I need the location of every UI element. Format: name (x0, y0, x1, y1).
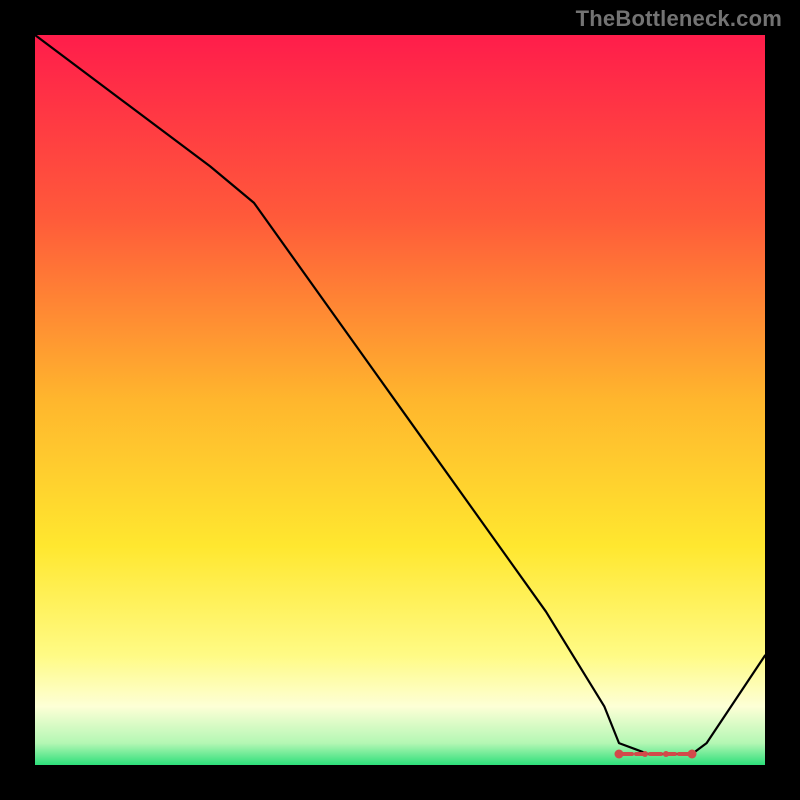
plot-area (35, 35, 765, 765)
marker-dot (615, 750, 624, 759)
marker-dash (648, 752, 663, 756)
marker-dot (663, 751, 669, 757)
marker-dot (688, 750, 697, 759)
marker-dot (642, 751, 648, 757)
plot-svg (35, 35, 765, 765)
gradient-background (35, 35, 765, 765)
chart-frame: TheBottleneck.com (0, 0, 800, 800)
watermark-text: TheBottleneck.com (576, 6, 782, 32)
